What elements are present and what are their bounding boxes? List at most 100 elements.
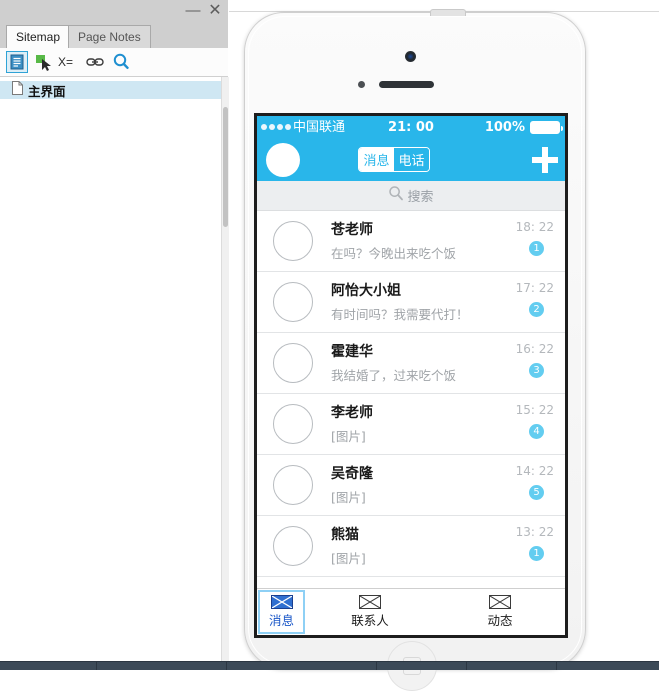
page-glyph xyxy=(12,80,23,95)
sitemap-scrollbar[interactable] xyxy=(221,77,229,670)
sitemap-scroll-thumb[interactable] xyxy=(223,107,228,227)
tab-label: 消息 xyxy=(268,613,294,628)
panel-tab-strip: Sitemap Page Notes xyxy=(0,22,228,50)
taskbar-segment[interactable] xyxy=(466,662,557,670)
sitemap-tree: 主界面 xyxy=(0,77,222,670)
os-taskbar[interactable] xyxy=(0,661,659,670)
sitemap-panel: — ✕ Sitemap Page Notes X= 主界面 xyxy=(0,0,229,670)
segmented-control[interactable]: 消息 电话 xyxy=(358,147,430,172)
broken-image-icon xyxy=(359,595,381,609)
list-item[interactable]: 李老师 [图片] 15: 22 4 xyxy=(257,394,565,455)
message-preview: 在吗？今晚出来吃个饭 xyxy=(331,246,457,261)
timestamp: 17: 22 xyxy=(515,281,554,295)
phone-screen: 中国联通 21: 00 100% 消息 电话 搜索 苍老师 在吗？今晚出来吃个饭… xyxy=(254,113,568,638)
search-glyph xyxy=(389,186,404,201)
timestamp: 18: 22 xyxy=(515,220,554,234)
unread-badge: 3 xyxy=(529,363,544,378)
timestamp: 13: 22 xyxy=(515,525,554,539)
tab-label: 动态 xyxy=(487,613,513,628)
design-canvas: 中国联通 21: 00 100% 消息 电话 搜索 苍老师 在吗？今晚出来吃个饭… xyxy=(229,0,659,691)
list-item[interactable]: 阿怡大小姐 有时间吗？我需要代打！ 17: 22 2 xyxy=(257,272,565,333)
sitemap-toolbar: X= xyxy=(0,48,228,77)
link-icon[interactable] xyxy=(84,51,106,73)
cursor-glyph xyxy=(36,55,51,71)
status-bar: 中国联通 21: 00 100% xyxy=(257,116,565,139)
unread-badge: 1 xyxy=(529,546,544,561)
timestamp: 16: 22 xyxy=(515,342,554,356)
taskbar-segment[interactable] xyxy=(0,662,97,670)
message-preview: 我结婚了，过来吃个饭 xyxy=(331,368,457,383)
search-glyph xyxy=(113,53,129,69)
contact-name: 吴奇隆 xyxy=(331,466,373,482)
cursor-icon[interactable] xyxy=(32,51,54,73)
nav-bar: 消息 电话 xyxy=(257,139,565,181)
avatar xyxy=(273,526,313,566)
unread-badge: 1 xyxy=(529,241,544,256)
taskbar-segment[interactable] xyxy=(376,662,467,670)
battery-icon xyxy=(530,121,563,134)
unread-badge: 4 xyxy=(529,424,544,439)
broken-image-icon xyxy=(270,595,293,609)
search-placeholder: 搜索 xyxy=(407,190,434,205)
close-icon[interactable]: ✕ xyxy=(206,2,224,20)
tab-sitemap[interactable]: Sitemap xyxy=(6,25,71,50)
segment-messages[interactable]: 消息 xyxy=(359,148,394,171)
timestamp: 14: 22 xyxy=(515,464,554,478)
sitemap-item-label: 主界面 xyxy=(28,83,66,99)
list-item[interactable]: 吴奇隆 [图片] 14: 22 5 xyxy=(257,455,565,516)
avatar xyxy=(273,221,313,261)
search-icon[interactable] xyxy=(110,51,132,73)
add-page-icon[interactable] xyxy=(6,51,28,73)
taskbar-segment[interactable] xyxy=(96,662,227,670)
taskbar-segment[interactable] xyxy=(226,662,377,670)
link-glyph xyxy=(86,58,104,66)
broken-image-glyph xyxy=(490,596,510,608)
contact-name: 阿怡大小姐 xyxy=(331,283,401,299)
avatar xyxy=(273,465,313,505)
avatar xyxy=(273,343,313,383)
list-item[interactable]: 熊猫 [图片] 13: 22 1 xyxy=(257,516,565,577)
page-icon xyxy=(12,80,23,100)
list-item[interactable]: 苍老师 在吗？今晚出来吃个饭 18: 22 1 xyxy=(257,211,565,272)
sitemap-item-main[interactable]: 主界面 xyxy=(0,80,221,100)
broken-image-glyph xyxy=(360,596,380,608)
search-icon xyxy=(388,185,404,206)
tab-page-notes[interactable]: Page Notes xyxy=(68,25,151,48)
timestamp: 15: 22 xyxy=(515,403,554,417)
add-page-glyph xyxy=(10,54,24,70)
broken-image-glyph xyxy=(271,596,292,608)
tab-moments[interactable]: 动态 xyxy=(435,589,565,635)
avatar[interactable] xyxy=(266,143,300,177)
message-preview: 有时间吗？我需要代打！ xyxy=(331,307,469,322)
minimize-icon[interactable]: — xyxy=(184,2,202,20)
contact-name: 李老师 xyxy=(331,405,373,421)
avatar xyxy=(273,404,313,444)
battery-percent-label: 100% xyxy=(484,120,525,135)
unread-badge: 5 xyxy=(529,485,544,500)
contact-name: 熊猫 xyxy=(331,527,359,543)
proximity-sensor-icon xyxy=(358,81,365,88)
phone-mockup: 中国联通 21: 00 100% 消息 电话 搜索 苍老师 在吗？今晚出来吃个饭… xyxy=(244,9,586,691)
earpiece-speaker-icon xyxy=(379,81,434,88)
message-preview: [图片] xyxy=(331,429,366,444)
tab-contacts[interactable]: 联系人 xyxy=(305,589,435,635)
power-button[interactable] xyxy=(430,9,466,16)
variables-icon[interactable]: X= xyxy=(58,51,78,73)
chat-list[interactable]: 苍老师 在吗？今晚出来吃个饭 18: 22 1 阿怡大小姐 有时间吗？我需要代打… xyxy=(257,211,565,589)
tab-messages[interactable]: 消息 xyxy=(258,590,305,634)
add-button[interactable] xyxy=(532,147,558,173)
broken-image-icon xyxy=(489,595,511,609)
contact-name: 苍老师 xyxy=(331,222,373,238)
search-bar[interactable]: 搜索 xyxy=(257,181,565,211)
avatar xyxy=(273,282,313,322)
bottom-tab-bar: 消息 联系人 动态 xyxy=(257,588,565,635)
list-item[interactable]: 霍建华 我结婚了，过来吃个饭 16: 22 3 xyxy=(257,333,565,394)
message-preview: [图片] xyxy=(331,490,366,505)
variables-label: X= xyxy=(58,55,74,69)
unread-badge: 2 xyxy=(529,302,544,317)
message-preview: [图片] xyxy=(331,551,366,566)
panel-titlebar: — ✕ xyxy=(0,0,228,22)
taskbar-segment[interactable] xyxy=(556,662,659,670)
segment-calls[interactable]: 电话 xyxy=(394,148,429,171)
contact-name: 霍建华 xyxy=(331,344,373,360)
